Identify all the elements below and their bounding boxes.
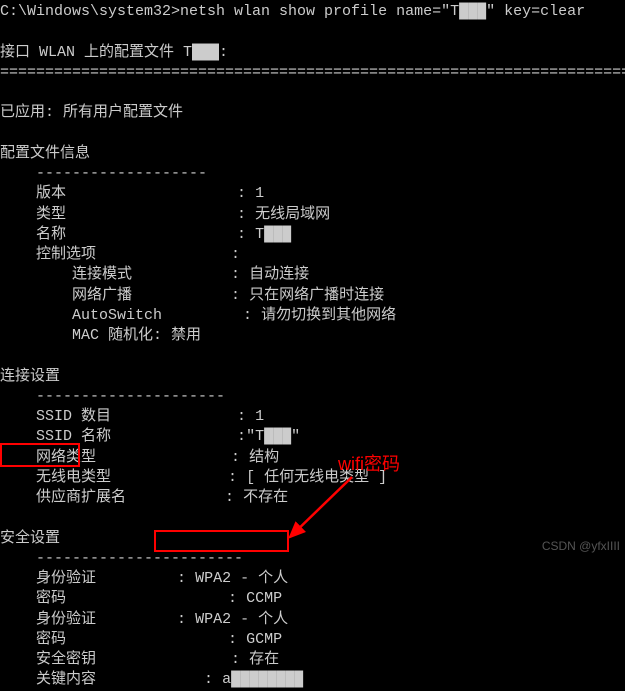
section-title-security: 安全设置 bbox=[0, 529, 625, 549]
row-name: 名称 : T███ bbox=[0, 225, 625, 245]
blank-line bbox=[0, 83, 625, 103]
row-keycontent: 关键内容 : a████████ bbox=[0, 670, 625, 690]
section-title-profile: 配置文件信息 bbox=[0, 144, 625, 164]
applied-line: 已应用: 所有用户配置文件 bbox=[0, 103, 625, 123]
blank-line bbox=[0, 124, 625, 144]
row-radio-type: 无线电类型 : [ 任何无线电类型 ] bbox=[0, 468, 625, 488]
row-mac: MAC 随机化: 禁用 bbox=[0, 326, 625, 346]
blank-line bbox=[0, 346, 625, 366]
interface-header: 接口 WLAN 上的配置文件 T███: bbox=[0, 43, 625, 63]
blank-line bbox=[0, 22, 625, 42]
row-cipher2: 密码 : GCMP bbox=[0, 630, 625, 650]
blank-line bbox=[0, 508, 625, 528]
section-dash: --------------------- bbox=[0, 387, 625, 407]
row-connmode: 连接模式 : 自动连接 bbox=[0, 265, 625, 285]
row-type: 类型 : 无线局域网 bbox=[0, 205, 625, 225]
row-ctrl: 控制选项 : bbox=[0, 245, 625, 265]
section-dash: ----------------------- bbox=[0, 549, 625, 569]
row-vendor: 供应商扩展名 : 不存在 bbox=[0, 488, 625, 508]
section-title-connection: 连接设置 bbox=[0, 367, 625, 387]
row-ssid-count: SSID 数目 : 1 bbox=[0, 407, 625, 427]
row-seckey: 安全密钥 : 存在 bbox=[0, 650, 625, 670]
section-dash: ------------------- bbox=[0, 164, 625, 184]
row-auth2: 身份验证 : WPA2 - 个人 bbox=[0, 610, 625, 630]
watermark: CSDN @yfxIIII bbox=[542, 538, 620, 554]
prompt-path: C:\Windows\system32> bbox=[0, 3, 180, 20]
divider: ========================================… bbox=[0, 63, 625, 83]
row-ssid-name: SSID 名称 :"T███" bbox=[0, 427, 625, 447]
command-text: netsh wlan show profile name="T███" key=… bbox=[180, 3, 585, 20]
row-net-type: 网络类型 : 结构 bbox=[0, 448, 625, 468]
row-cipher1: 密码 : CCMP bbox=[0, 589, 625, 609]
row-autoswitch: AutoSwitch : 请勿切换到其他网络 bbox=[0, 306, 625, 326]
command-line[interactable]: C:\Windows\system32>netsh wlan show prof… bbox=[0, 2, 625, 22]
row-broadcast: 网络广播 : 只在网络广播时连接 bbox=[0, 286, 625, 306]
annotation-wifi-password: wifi密码 bbox=[338, 452, 400, 476]
row-version: 版本 : 1 bbox=[0, 184, 625, 204]
row-auth1: 身份验证 : WPA2 - 个人 bbox=[0, 569, 625, 589]
